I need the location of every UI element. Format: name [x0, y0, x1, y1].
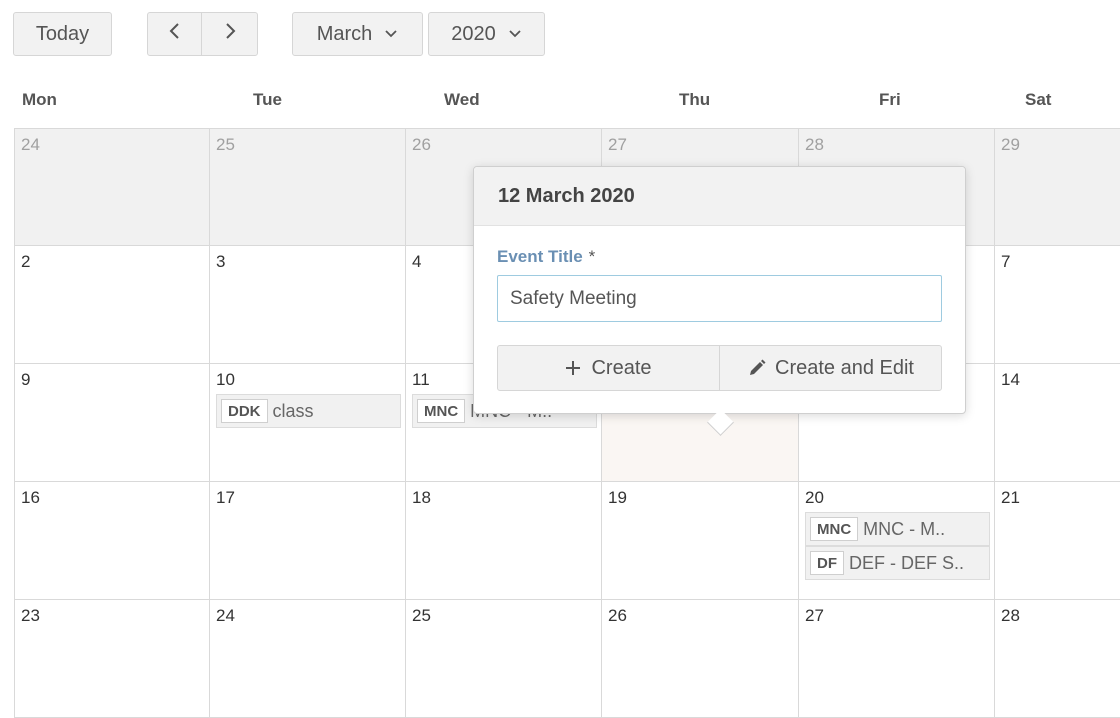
pencil-icon	[747, 358, 767, 378]
day-number: 11	[412, 370, 430, 389]
day-cell[interactable]: 25	[210, 128, 406, 246]
day-number: 25	[216, 135, 235, 154]
event-title: class	[272, 400, 314, 421]
day-number: 9	[21, 370, 31, 389]
calendar-event[interactable]: DF DEF - DEF S..	[805, 546, 990, 580]
day-cell[interactable]: 25	[406, 600, 602, 718]
popover-date-title: 12 March 2020	[474, 167, 965, 226]
event-badge: MNC	[810, 517, 859, 541]
day-cell[interactable]: 23	[14, 600, 210, 718]
year-select[interactable]: 2020	[428, 12, 545, 56]
day-cell[interactable]: 21	[995, 482, 1120, 600]
weekday-header: Wed	[444, 90, 480, 109]
day-cell[interactable]: 16	[14, 482, 210, 600]
day-cell[interactable]: 17	[210, 482, 406, 600]
day-number: 29	[1001, 135, 1020, 154]
day-number: 24	[216, 606, 235, 625]
today-label: Today	[35, 22, 90, 45]
day-cell[interactable]: 14	[995, 364, 1120, 482]
day-number: 27	[805, 606, 824, 625]
day-cell[interactable]: 26	[602, 600, 799, 718]
day-cell[interactable]: 2	[14, 246, 210, 364]
day-number: 18	[412, 488, 431, 507]
day-cell[interactable]: 18	[406, 482, 602, 600]
prev-button[interactable]	[147, 12, 202, 56]
day-number: 2	[21, 252, 31, 271]
chevron-down-icon	[384, 29, 398, 39]
month-select-value: March	[316, 22, 373, 45]
day-number: 28	[1001, 606, 1020, 625]
calendar-event[interactable]: MNCMNC - M..	[805, 512, 990, 546]
year-select-value: 2020	[451, 22, 496, 45]
event-badge: DDK	[221, 399, 268, 423]
calendar-event[interactable]: DDK class	[216, 394, 401, 428]
day-cell[interactable]: 24	[210, 600, 406, 718]
event-title: MNC - M..	[863, 518, 946, 539]
day-number: 7	[1001, 252, 1011, 271]
day-number: 17	[216, 488, 235, 507]
weekday-header: Tue	[253, 90, 282, 109]
event-badge: MNC	[417, 399, 466, 423]
chevron-left-icon	[168, 21, 182, 47]
day-number: 28	[805, 135, 824, 154]
day-number: 3	[216, 252, 226, 271]
today-button[interactable]: Today	[13, 12, 112, 56]
event-title-label-text: Event Title	[497, 247, 583, 266]
plus-icon	[565, 360, 581, 376]
chevron-right-icon	[223, 21, 237, 47]
day-number: 23	[21, 606, 40, 625]
day-cell[interactable]: 24	[14, 128, 210, 246]
day-cell[interactable]: 7	[995, 246, 1120, 364]
day-number: 16	[21, 488, 40, 507]
day-number: 19	[608, 488, 627, 507]
event-badge: DF	[810, 551, 844, 575]
create-and-edit-label: Create and Edit	[775, 356, 914, 379]
event-title-label: Event Title *	[497, 247, 595, 267]
weekday-header: Sat	[1025, 90, 1052, 109]
day-cell[interactable]: 10 DDK class	[210, 364, 406, 482]
create-label: Create	[591, 356, 652, 379]
chevron-down-icon	[508, 29, 522, 39]
day-number: 21	[1001, 488, 1020, 507]
day-number: 26	[412, 135, 431, 154]
day-cell[interactable]: 9	[14, 364, 210, 482]
day-number: 26	[608, 606, 627, 625]
weekday-header: Mon	[22, 90, 57, 109]
day-number: 27	[608, 135, 627, 154]
day-number: 14	[1001, 370, 1020, 389]
day-cell[interactable]: 3	[210, 246, 406, 364]
event-title: DEF - DEF S..	[849, 552, 965, 573]
next-button[interactable]	[201, 12, 258, 56]
day-number: 10	[216, 370, 235, 389]
day-cell[interactable]: 28	[995, 600, 1120, 718]
day-number: 4	[412, 252, 422, 271]
quick-create-popover: 12 March 2020 Event Title * Create Create…	[473, 166, 966, 436]
month-select[interactable]: March	[292, 12, 423, 56]
weekday-header: Fri	[879, 90, 901, 109]
event-title-input[interactable]	[497, 275, 942, 322]
day-number: 25	[412, 606, 431, 625]
create-button[interactable]: Create	[497, 345, 720, 391]
create-and-edit-button[interactable]: Create and Edit	[719, 345, 942, 391]
day-number: 24	[21, 135, 40, 154]
required-marker: *	[588, 247, 596, 266]
day-cell[interactable]: 20 MNC MNC - M.. DF DEF - DEF S..	[799, 482, 995, 600]
weekday-header: Thu	[679, 90, 711, 109]
day-cell[interactable]: 29	[995, 128, 1120, 246]
day-cell[interactable]: 27	[799, 600, 995, 718]
day-cell[interactable]: 19	[602, 482, 799, 600]
day-number: 20	[805, 488, 824, 507]
